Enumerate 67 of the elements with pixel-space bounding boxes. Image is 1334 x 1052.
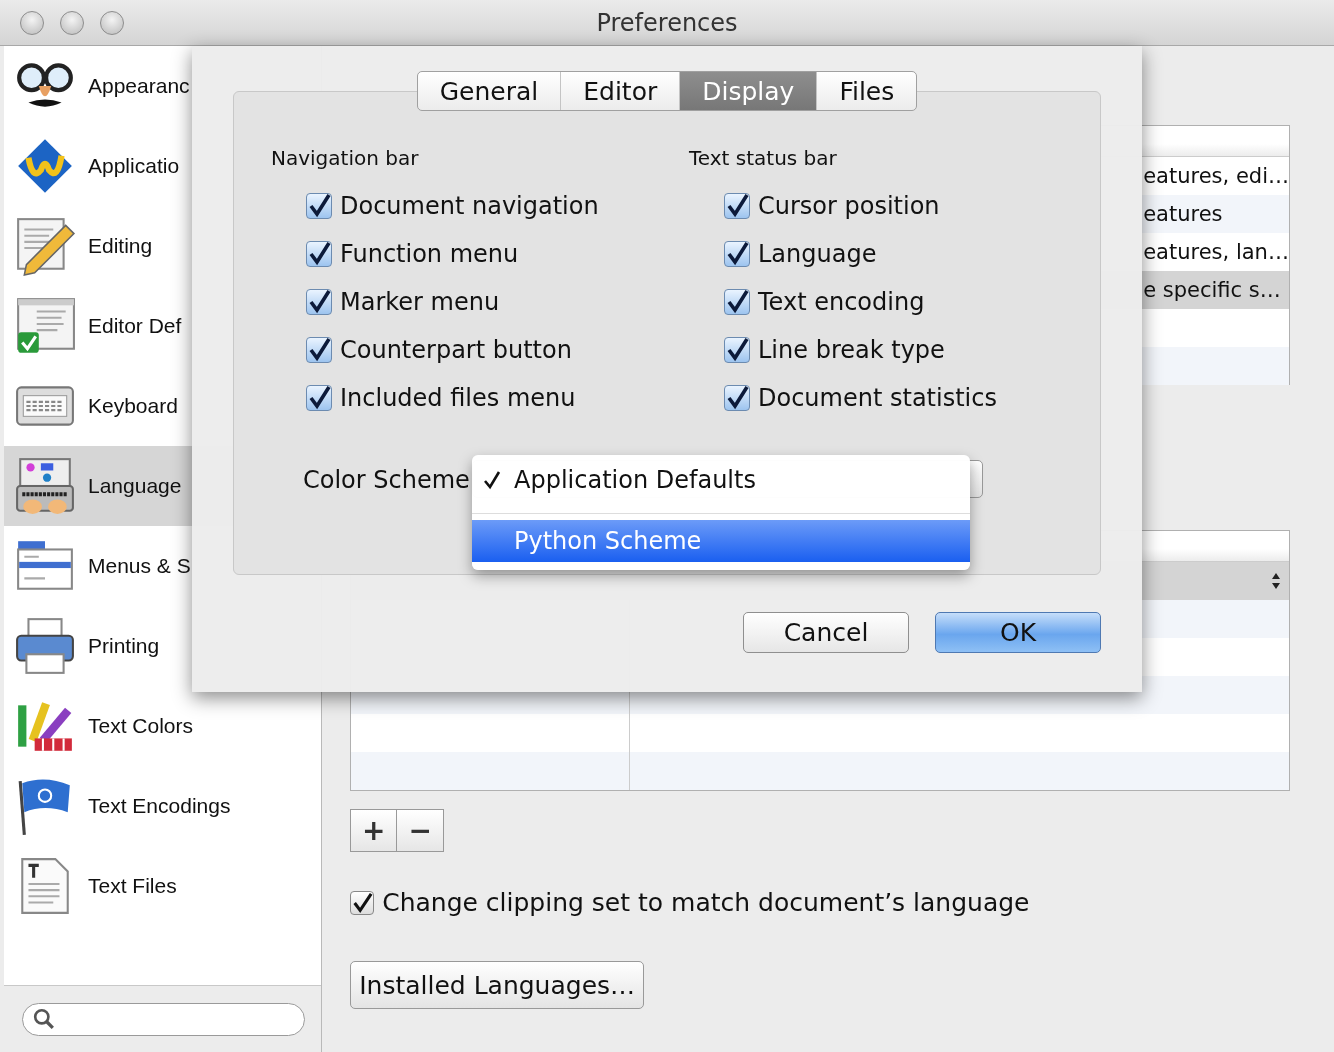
typewriter-icon [14,455,76,517]
sidebar-item[interactable]: Editor Def [4,286,322,366]
sidebar-label: Editing [88,234,153,258]
checkbox[interactable] [306,385,332,411]
checkbox[interactable] [306,289,332,315]
ok-button[interactable]: OK [935,612,1101,653]
checkbox[interactable] [724,337,750,363]
search-icon [33,1008,55,1030]
menu-item[interactable]: Application Defaults [472,459,970,501]
checkbox-label: Included files menu [340,384,576,412]
search-field[interactable] [22,1002,305,1036]
menu-item[interactable]: Python Scheme [472,520,970,562]
sidebar-item[interactable]: Keyboard [4,366,322,446]
sidebar-item[interactable]: Text Colors [4,686,322,766]
tab[interactable]: Display [680,72,818,110]
group-title: Navigation bar [271,146,420,170]
printer-icon [14,615,76,677]
checkbox-label: Marker menu [340,288,500,316]
checkmark-icon [482,469,502,491]
table-cell: eatures, edi… [1143,164,1289,188]
minimize-button[interactable] [60,11,84,35]
sidebar-label: Language [88,474,182,498]
checkbox-label: Function menu [340,240,519,268]
sidebar-label: Text Encodings [88,794,231,818]
checkbox[interactable] [724,289,750,315]
checkbox[interactable] [306,193,332,219]
group-title: Text status bar [689,146,838,170]
sidebar-label: Keyboard [88,394,178,418]
sidebar-item[interactable]: Text Encodings [4,766,322,846]
checkbox[interactable] [306,337,332,363]
checkbox[interactable] [724,385,750,411]
checkbox-label: Language [758,240,877,268]
checkbox-label: Document statistics [758,384,997,412]
checkbox-label: Line break type [758,336,945,364]
sidebar-item[interactable]: Appearanc [4,46,322,126]
close-button[interactable] [20,11,44,35]
checkbox[interactable] [306,241,332,267]
sidebar-item[interactable]: Editing [4,206,322,286]
sidebar-label: Menus & S [88,554,191,578]
checkbox[interactable] [350,890,375,915]
sidebar-label: Editor Def [88,314,182,338]
table-cell: eatures, lan… [1143,240,1289,264]
sidebar-label: Applicatio [88,154,180,178]
sidebar-item[interactable]: Text Files [4,846,322,926]
sidebar-label: Text Colors [88,714,194,738]
tab[interactable]: Files [817,72,917,110]
add-button[interactable]: + [350,809,398,852]
sidebar-label: Printing [88,634,160,658]
sidebar-label: Text Files [88,874,177,898]
zoom-button[interactable] [100,11,124,35]
checkbox-label: Cursor position [758,192,940,220]
window-title: Preferences [596,8,738,37]
checkbox-label: Change clipping set to match document’s language [382,888,1030,917]
checkbox-label: Text encoding [758,288,925,316]
sidebar-item[interactable]: Menus & S [4,526,322,606]
checkbox-label: Counterpart button [340,336,572,364]
installed-languages-button[interactable]: Installed Languages… [350,961,645,1009]
sidebar-item[interactable]: Printing [4,606,322,686]
cancel-button[interactable]: Cancel [743,612,909,653]
checkbox-label: Document navigation [340,192,599,220]
sidebar-label: Appearanc [88,74,190,98]
checkbox[interactable] [724,241,750,267]
checkbox[interactable] [724,193,750,219]
table-cell: eatures [1143,202,1223,226]
table-cell: e specific s… [1143,278,1281,302]
pencil-icon [14,215,76,277]
remove-button[interactable]: − [397,809,445,852]
